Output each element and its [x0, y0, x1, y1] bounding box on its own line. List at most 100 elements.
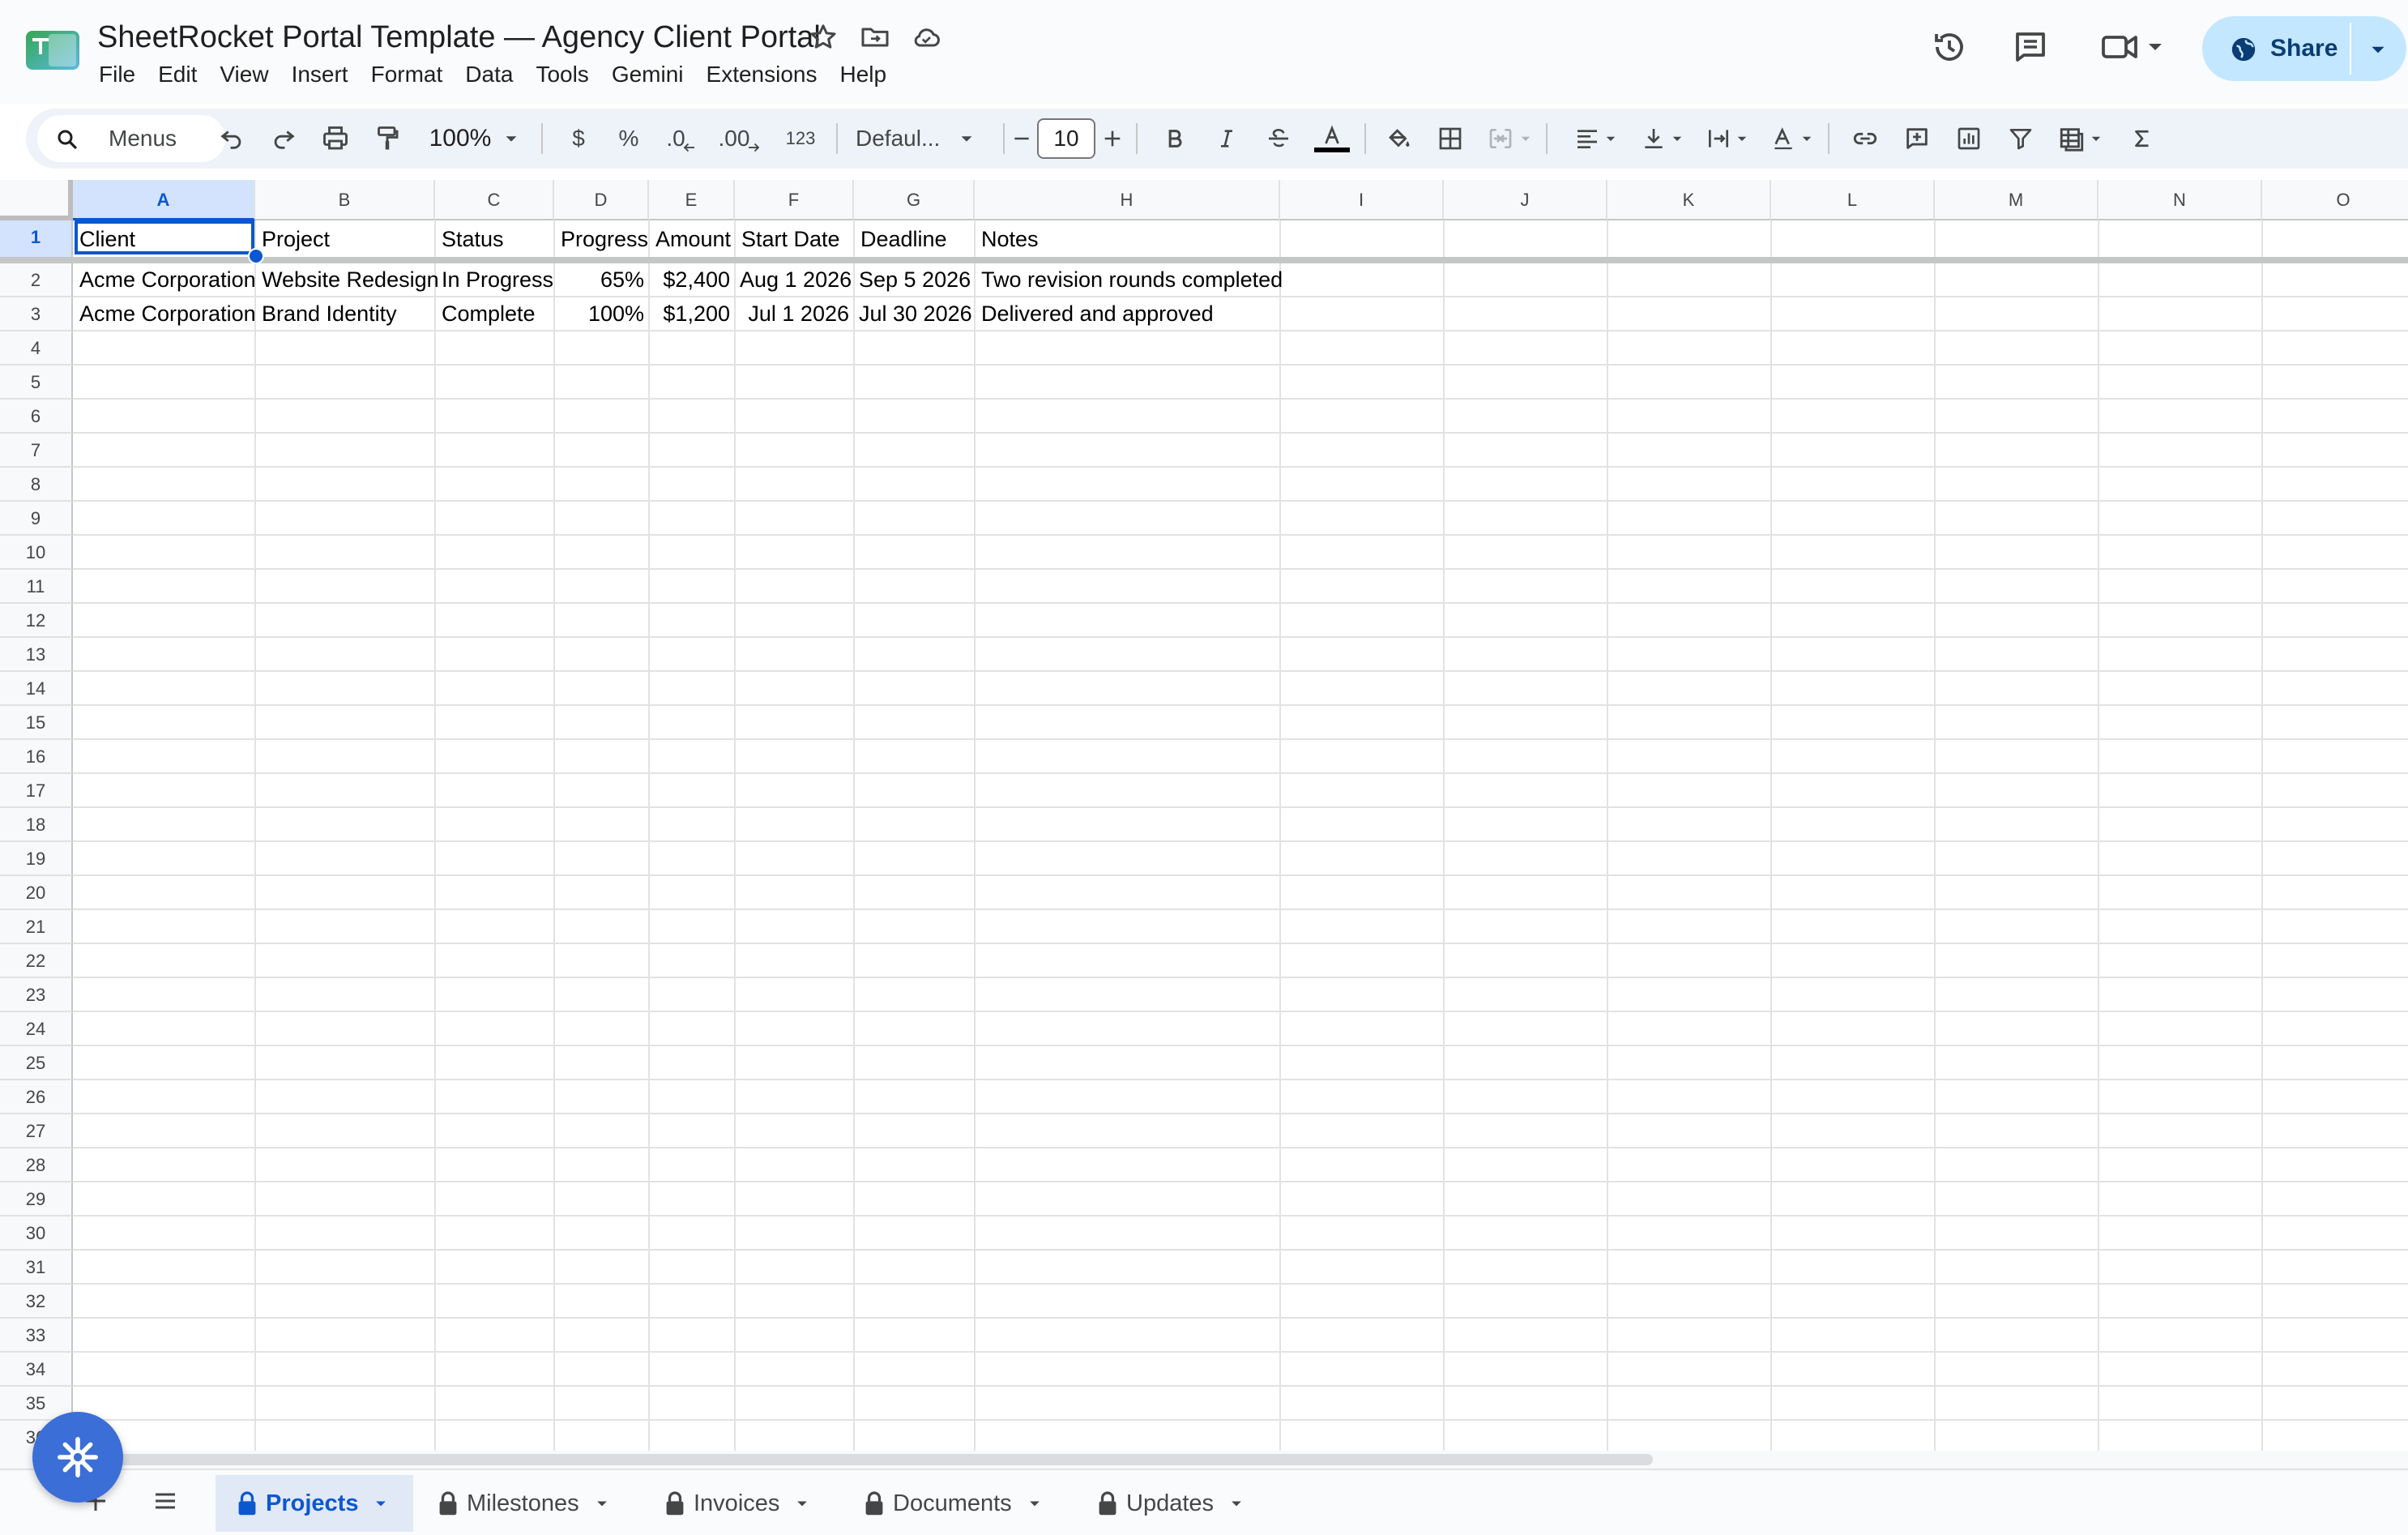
sheet-tab-documents[interactable]: Documents [864, 1475, 1043, 1532]
row-header-26[interactable]: 26 [0, 1080, 73, 1114]
row-header-15[interactable]: 15 [0, 706, 73, 740]
row-header-30[interactable]: 30 [0, 1216, 73, 1251]
cell-a1[interactable]: Client [75, 224, 140, 254]
comments-icon[interactable] [2011, 28, 2050, 66]
column-header-e[interactable]: E [649, 180, 735, 220]
row-header-6[interactable]: 6 [0, 400, 73, 434]
star-icon[interactable] [807, 21, 839, 53]
row-header-7[interactable]: 7 [0, 434, 73, 468]
move-to-folder-icon[interactable] [859, 21, 891, 53]
row-header-5[interactable]: 5 [0, 366, 73, 400]
cell-d3[interactable]: 100% [554, 298, 649, 329]
text-color-button[interactable] [1309, 116, 1355, 161]
row-header-25[interactable]: 25 [0, 1046, 73, 1080]
row-header-27[interactable]: 27 [0, 1114, 73, 1148]
print-button[interactable] [313, 116, 358, 161]
functions-button[interactable] [2120, 116, 2165, 161]
menu-tools[interactable]: Tools [524, 57, 600, 92]
increase-decimal-button[interactable]: .00 [711, 116, 768, 161]
row-header-9[interactable]: 9 [0, 502, 73, 536]
version-history-icon[interactable] [1930, 28, 1969, 66]
row-header-2[interactable]: 2 [0, 263, 73, 297]
sheet-tab-updates[interactable]: Updates [1097, 1475, 1245, 1532]
row-header-13[interactable]: 13 [0, 638, 73, 672]
freeze-divider[interactable] [0, 257, 2408, 263]
column-header-h[interactable]: H [975, 180, 1280, 220]
menu-edit[interactable]: Edit [147, 57, 208, 92]
sheet-tab-projects[interactable]: Projects [216, 1475, 413, 1532]
menu-file[interactable]: File [88, 57, 147, 92]
insert-link-button[interactable] [1842, 116, 1888, 161]
fill-color-button[interactable] [1376, 116, 1421, 161]
cell-h2[interactable]: Two revision rounds completed [976, 264, 1287, 295]
row-header-34[interactable]: 34 [0, 1353, 73, 1387]
cell-f3[interactable]: Jul 1 2026 [735, 298, 854, 329]
horizontal-align-button[interactable] [1570, 116, 1622, 161]
format-currency-button[interactable]: $ [556, 116, 601, 161]
row-header-3[interactable]: 3 [0, 297, 73, 331]
column-header-f[interactable]: F [735, 180, 854, 220]
all-sheets-button[interactable] [151, 1488, 180, 1514]
table-views-button[interactable] [2050, 116, 2111, 161]
fill-handle[interactable] [248, 248, 264, 264]
sheet-tab-invoices[interactable]: Invoices [664, 1475, 810, 1532]
cell-e1[interactable]: Amount [651, 224, 736, 254]
row-header-28[interactable]: 28 [0, 1148, 73, 1182]
cell-g3[interactable]: Jul 30 2026 [854, 298, 975, 329]
cell-b1[interactable]: Project [257, 224, 335, 254]
column-header-g[interactable]: G [854, 180, 975, 220]
cell-a2[interactable]: Acme Corporation [75, 264, 261, 295]
cell-d1[interactable]: Progress [556, 224, 653, 254]
insert-chart-button[interactable] [1946, 116, 1992, 161]
strikethrough-button[interactable] [1256, 116, 1301, 161]
increase-font-size-button[interactable] [1099, 116, 1126, 161]
cell-e2[interactable]: $2,400 [649, 264, 735, 295]
menu-gemini[interactable]: Gemini [600, 57, 695, 92]
row-header-11[interactable]: 11 [0, 570, 73, 604]
menu-extensions[interactable]: Extensions [695, 57, 829, 92]
cell-b3[interactable]: Brand Identity [257, 298, 402, 329]
font-size-input[interactable]: 10 [1037, 118, 1095, 159]
extension-launcher-button[interactable] [32, 1412, 123, 1503]
cell-b2[interactable]: Website Redesign [257, 264, 444, 295]
row-header-10[interactable]: 10 [0, 536, 73, 570]
share-options-button[interactable] [2351, 16, 2406, 81]
row-header-20[interactable]: 20 [0, 876, 73, 910]
row-header-14[interactable]: 14 [0, 672, 73, 706]
menu-view[interactable]: View [208, 57, 280, 92]
row-header-18[interactable]: 18 [0, 808, 73, 842]
column-header-b[interactable]: B [255, 180, 435, 220]
row-header-8[interactable]: 8 [0, 468, 73, 502]
menus-search[interactable]: Menus [37, 115, 225, 162]
cell-f1[interactable]: Start Date [736, 224, 845, 254]
column-header-l[interactable]: L [1771, 180, 1935, 220]
text-rotation-button[interactable] [1765, 116, 1820, 161]
cell-h3[interactable]: Delivered and approved [976, 298, 1219, 329]
row-header-23[interactable]: 23 [0, 978, 73, 1012]
row-header-16[interactable]: 16 [0, 740, 73, 774]
row-header-21[interactable]: 21 [0, 910, 73, 944]
cell-d2[interactable]: 65% [554, 264, 649, 295]
font-family-select[interactable]: Defaul... [847, 116, 1010, 161]
column-header-n[interactable]: N [2098, 180, 2262, 220]
insert-comment-button[interactable] [1894, 116, 1940, 161]
sheet-tab-milestones[interactable]: Milestones [438, 1475, 610, 1532]
paint-format-button[interactable] [365, 116, 410, 161]
row-header-32[interactable]: 32 [0, 1285, 73, 1319]
select-all-corner[interactable] [0, 180, 73, 220]
menu-help[interactable]: Help [828, 57, 898, 92]
column-header-d[interactable]: D [554, 180, 649, 220]
horizontal-scrollbar-thumb[interactable] [49, 1454, 1653, 1465]
cell-c1[interactable]: Status [437, 224, 509, 254]
cell-c2[interactable]: In Progress [437, 264, 558, 295]
menu-data[interactable]: Data [454, 57, 524, 92]
menu-format[interactable]: Format [360, 57, 455, 92]
cloud-saved-icon[interactable] [909, 21, 943, 53]
format-percent-button[interactable]: % [606, 116, 651, 161]
cell-f2[interactable]: Aug 1 2026 [735, 264, 854, 295]
borders-button[interactable] [1428, 116, 1473, 161]
horizontal-scrollbar[interactable] [0, 1451, 2408, 1469]
row-header-19[interactable]: 19 [0, 842, 73, 876]
row-header-22[interactable]: 22 [0, 944, 73, 978]
row-header-33[interactable]: 33 [0, 1319, 73, 1353]
